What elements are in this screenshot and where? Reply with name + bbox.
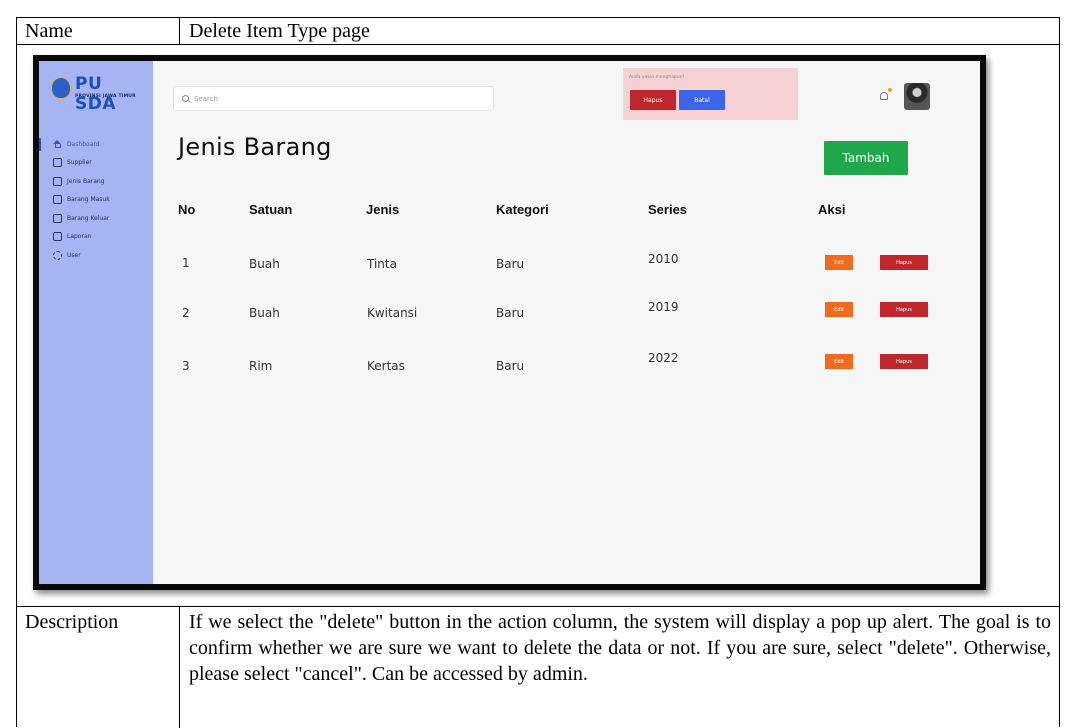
- delete-button[interactable]: Hapus: [880, 302, 928, 317]
- column-header-jenis: Jenis: [366, 202, 400, 217]
- cell-series: 2010: [648, 252, 679, 266]
- report-icon: [53, 232, 62, 242]
- bell-icon[interactable]: [878, 88, 892, 103]
- import-icon: [53, 195, 62, 205]
- sidebar-item-jenis-barang[interactable]: Jenis Barang: [39, 172, 153, 191]
- cell-jenis: Kwitansi: [367, 306, 418, 320]
- column-header-satuan: Satuan: [249, 202, 293, 217]
- sidebar-item-user[interactable]: User: [39, 246, 153, 265]
- notification-dot: [888, 88, 892, 92]
- delete-button[interactable]: Hapus: [880, 255, 928, 270]
- sidebar-item-laporan[interactable]: Laporan: [39, 228, 153, 247]
- cell-series: 2022: [648, 351, 679, 365]
- sidebar-nav: Dashboard Supplier Jenis Barang Barang M…: [39, 135, 153, 265]
- bell-body: [880, 92, 888, 100]
- sidebar-item-dashboard[interactable]: Dashboard: [39, 135, 153, 154]
- cell-kategori: Baru: [496, 359, 525, 373]
- sidebar-item-label: Jenis Barang: [67, 177, 105, 185]
- app-mockup: PU SDA PROVINSI JAWA TIMUR Dashboard Sup…: [33, 55, 986, 590]
- cell-jenis: Tinta: [367, 257, 397, 271]
- popup-confirm-delete-button[interactable]: Hapus: [630, 90, 676, 110]
- column-header-series: Series: [648, 202, 688, 217]
- search-input[interactable]: Search: [173, 86, 494, 111]
- cell-no: 2: [182, 306, 190, 320]
- row-divider: [17, 44, 1059, 45]
- column-header-no: No: [178, 202, 196, 217]
- delete-button[interactable]: Hapus: [880, 354, 928, 369]
- sidebar-item-label: Dashboard: [67, 140, 100, 148]
- sidebar-item-label: Barang Masuk: [67, 196, 110, 204]
- home-icon: [53, 139, 62, 149]
- name-value: Delete Item Type page: [189, 20, 370, 42]
- description-paragraph: If we select the "delete" button in the …: [189, 611, 1051, 685]
- cell-kategori: Baru: [496, 257, 525, 271]
- cell-satuan: Buah: [249, 306, 280, 320]
- edit-button[interactable]: Edit: [825, 255, 853, 270]
- delete-confirm-popup: Anda yakin menghapus? Hapus Batal: [623, 68, 798, 120]
- description-text: If we select the "delete" button in the …: [189, 609, 1051, 687]
- column-header-aksi: Aksi: [818, 202, 846, 217]
- avatar[interactable]: [904, 83, 930, 110]
- column-divider: [179, 606, 180, 728]
- search-placeholder: Search: [194, 94, 219, 103]
- folder-icon: [53, 176, 62, 186]
- sidebar-item-barang-keluar[interactable]: Barang Keluar: [39, 209, 153, 228]
- seal-icon: [51, 77, 71, 99]
- cell-kategori: Baru: [496, 306, 525, 320]
- sidebar-item-barang-masuk[interactable]: Barang Masuk: [39, 191, 153, 210]
- cell-jenis: Kertas: [367, 359, 405, 373]
- edit-button[interactable]: Edit: [825, 302, 853, 317]
- sidebar-item-label: Supplier: [67, 159, 92, 167]
- sidebar-item-label: Laporan: [67, 233, 92, 241]
- cell-no: 1: [182, 256, 190, 270]
- export-icon: [53, 213, 62, 223]
- search-icon: [182, 95, 189, 102]
- cell-satuan: Buah: [249, 257, 280, 271]
- name-label: Name: [25, 20, 73, 42]
- column-header-kategori: Kategori: [496, 202, 549, 217]
- column-divider: [179, 18, 180, 44]
- logo: PU SDA PROVINSI JAWA TIMUR: [51, 74, 147, 114]
- popup-cancel-button[interactable]: Batal: [679, 90, 725, 110]
- sidebar-item-label: Barang Keluar: [67, 214, 110, 222]
- supplier-icon: [53, 158, 62, 168]
- popup-message: Anda yakin menghapus?: [629, 75, 685, 80]
- sidebar-item-supplier[interactable]: Supplier: [39, 154, 153, 173]
- logo-subtitle: PROVINSI JAWA TIMUR: [75, 94, 136, 99]
- cell-satuan: Rim: [249, 359, 273, 373]
- sidebar-item-label: User: [67, 251, 81, 259]
- cell-series: 2019: [648, 300, 679, 314]
- page-title: Jenis Barang: [178, 133, 332, 161]
- sidebar: PU SDA PROVINSI JAWA TIMUR Dashboard Sup…: [39, 61, 153, 584]
- description-label: Description: [25, 611, 119, 633]
- cell-no: 3: [182, 359, 190, 373]
- add-button[interactable]: Tambah: [824, 141, 908, 175]
- edit-button[interactable]: Edit: [825, 354, 853, 369]
- row-divider: [17, 606, 1059, 607]
- gear-icon: [53, 250, 62, 260]
